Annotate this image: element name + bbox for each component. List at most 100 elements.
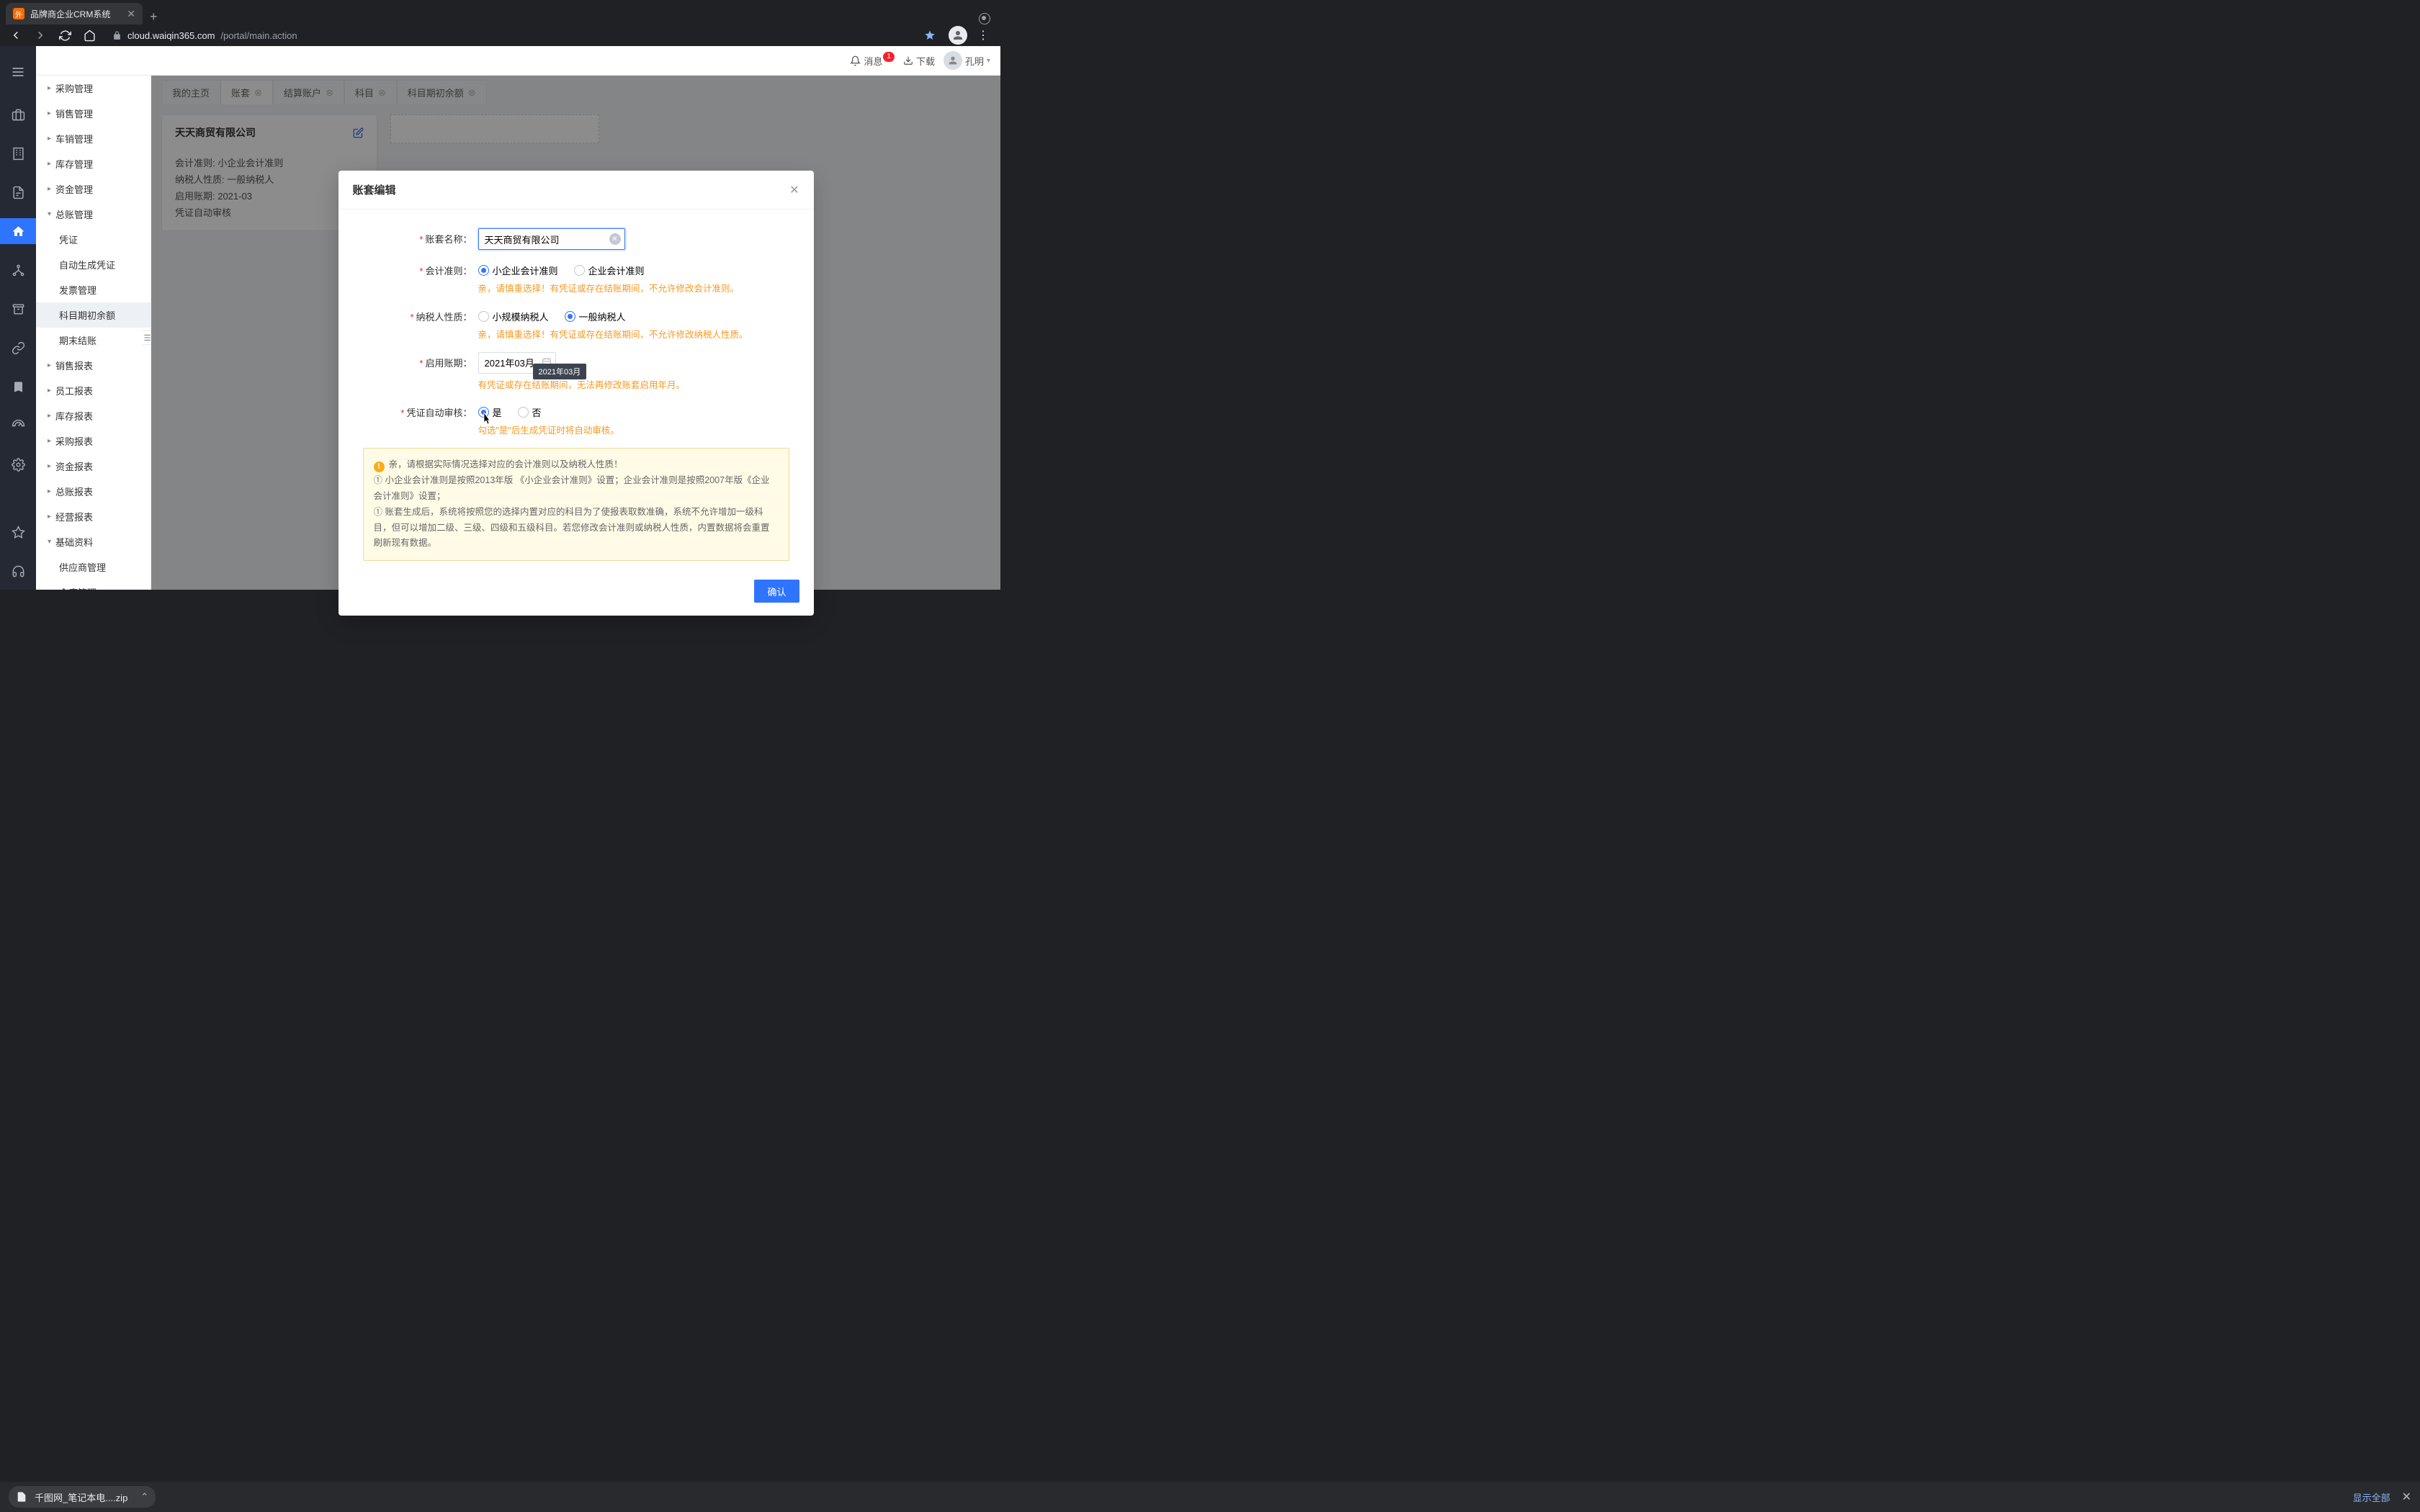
tab-overflow-icon[interactable] bbox=[979, 13, 990, 24]
sidebar-group-label: 库存报表 bbox=[55, 409, 93, 423]
sidebar-group-label: 基础资料 bbox=[55, 535, 93, 549]
reload-button[interactable] bbox=[55, 25, 75, 45]
app-frame: 外 外勤 365 AirPalm ▸采购管理▸销售管理▸车销管理▸库存管理▸资金… bbox=[0, 46, 1000, 590]
sidebar-group[interactable]: ▸ 库存报表 bbox=[36, 403, 151, 428]
rail-dashboard-icon[interactable] bbox=[0, 413, 36, 438]
clear-icon[interactable]: ✕ bbox=[609, 233, 621, 245]
download-filename: 千图网_笔记本电....zip bbox=[35, 1490, 127, 1504]
sidebar-item[interactable]: 发票管理 bbox=[36, 277, 151, 302]
lock-icon bbox=[112, 31, 122, 40]
radio-tax-small[interactable]: 小规模纳税人 bbox=[478, 310, 549, 323]
url-bar[interactable]: cloud.waiqin365.com/portal/main.action bbox=[104, 25, 944, 45]
sidebar-group-label: 经营报表 bbox=[55, 510, 93, 523]
close-icon[interactable]: ✕ bbox=[2402, 1490, 2411, 1504]
browser-menu-button[interactable]: ⋮ bbox=[972, 28, 995, 42]
rail-sitemap-icon[interactable] bbox=[0, 257, 36, 283]
rail-briefcase-icon[interactable] bbox=[0, 102, 36, 127]
account-name-input[interactable] bbox=[478, 228, 625, 250]
new-tab-button[interactable]: + bbox=[143, 9, 165, 24]
radio-label: 企业会计准则 bbox=[588, 264, 645, 277]
file-icon bbox=[16, 1491, 27, 1503]
warning-icon: ! bbox=[374, 462, 385, 472]
sidebar-group-label: 总账管理 bbox=[55, 207, 93, 221]
browser-tab-active[interactable]: 外 品牌商企业CRM系统 ✕ bbox=[6, 3, 143, 24]
sidebar-group[interactable]: ▸员工报表 bbox=[36, 378, 151, 403]
chevron-right-icon: ▸ bbox=[48, 135, 51, 143]
label-name: 账套名称： bbox=[425, 234, 472, 245]
forward-button[interactable] bbox=[30, 25, 50, 45]
rail-bookmark-icon[interactable] bbox=[0, 374, 36, 400]
chevron-right-icon: ▸ bbox=[48, 412, 51, 420]
sidebar-group[interactable]: ▸总账报表 bbox=[36, 479, 151, 504]
home-button[interactable] bbox=[79, 25, 99, 45]
show-all-button[interactable]: 显示全部 bbox=[2353, 1490, 2390, 1504]
label-tax: 纳税人性质： bbox=[416, 312, 472, 323]
sidebar-item[interactable]: 仓库管理 bbox=[36, 580, 151, 590]
sidebar-group[interactable]: ▸车销管理 bbox=[36, 126, 151, 151]
close-icon[interactable]: ✕ bbox=[789, 183, 799, 197]
label-rule: 会计准则： bbox=[425, 266, 472, 276]
sidebar-group[interactable]: ▸采购管理 bbox=[36, 76, 151, 101]
sidebar-group[interactable]: ▸库存管理 bbox=[36, 151, 151, 176]
download-item[interactable]: 千图网_笔记本电....zip ⌃ bbox=[9, 1486, 156, 1508]
profile-button[interactable] bbox=[949, 26, 967, 45]
rail-star-icon[interactable] bbox=[0, 519, 36, 545]
sidebar-collapse-button[interactable]: ☰ bbox=[143, 330, 151, 345]
sidebar-item[interactable]: 科目期初余额 bbox=[36, 302, 151, 328]
radio-label: 一般纳税人 bbox=[579, 310, 626, 323]
radio-rule-enterprise[interactable]: 企业会计准则 bbox=[574, 264, 645, 277]
sidebar-group[interactable]: ▸ 经营报表 bbox=[36, 504, 151, 529]
radio-label: 是 bbox=[493, 405, 502, 419]
bookmark-icon[interactable] bbox=[924, 30, 936, 41]
info-head: 亲，请根据实际情况选择对应的会计准则以及纳税人性质！ bbox=[389, 459, 623, 469]
sidebar-item[interactable]: 自动生成凭证 bbox=[36, 252, 151, 277]
sidebar-item[interactable]: 供应商管理 bbox=[36, 554, 151, 580]
sidebar-group-label: 资金报表 bbox=[55, 459, 93, 473]
sidebar-group[interactable]: ▸ 资金报表 bbox=[36, 454, 151, 479]
chevron-right-icon: ▸ bbox=[48, 462, 51, 470]
modal-account-edit: 账套编辑 ✕ *账套名称： ✕ *会计准则： bbox=[339, 171, 814, 616]
rail-building-icon[interactable] bbox=[0, 140, 36, 166]
download-bar: 千图网_笔记本电....zip ⌃ 显示全部 ✕ bbox=[0, 1482, 2420, 1512]
rail-archive-icon[interactable] bbox=[0, 296, 36, 322]
tab-strip: 外 品牌商企业CRM系统 ✕ + bbox=[0, 0, 1000, 24]
confirm-button[interactable]: 确认 bbox=[754, 580, 799, 603]
back-button[interactable] bbox=[6, 25, 26, 45]
info-box: ! 亲，请根据实际情况选择对应的会计准则以及纳税人性质！ ① 小企业会计准则是按照… bbox=[363, 448, 789, 561]
info-l1: ① 小企业会计准则是按照2013年版 《小企业会计准则》设置；企业会计准则是按照… bbox=[374, 475, 770, 501]
sidebar-group[interactable]: ▾基础资料 bbox=[36, 529, 151, 554]
radio-label: 否 bbox=[532, 405, 542, 419]
url-host: cloud.waiqin365.com bbox=[127, 30, 215, 41]
sidebar-item[interactable]: 期末结账 bbox=[36, 328, 151, 353]
rail-headset-icon[interactable] bbox=[0, 558, 36, 584]
chevron-right-icon: ▸ bbox=[48, 513, 51, 521]
rail-link-icon[interactable] bbox=[0, 335, 36, 361]
close-icon[interactable]: ✕ bbox=[127, 8, 135, 20]
radio-tax-general[interactable]: 一般纳税人 bbox=[565, 310, 626, 323]
chevron-down-icon: ▾ bbox=[48, 210, 51, 218]
rail-gear-icon[interactable] bbox=[0, 451, 36, 477]
left-rail bbox=[0, 46, 36, 590]
sidebar-group-label: 资金管理 bbox=[55, 182, 93, 196]
label-audit: 凭证自动审核： bbox=[406, 408, 472, 418]
sidebar-group[interactable]: ▸资金管理 bbox=[36, 176, 151, 202]
hint-tax: 亲，请慎重选择！有凭证或存在结账期间，不允许修改纳税人性质。 bbox=[478, 328, 789, 342]
radio-audit-no[interactable]: 否 bbox=[518, 405, 542, 419]
sidebar-group[interactable]: ▸ 销售报表 bbox=[36, 353, 151, 378]
sidebar-group[interactable]: ▸销售管理 bbox=[36, 101, 151, 126]
chevron-up-icon[interactable]: ⌃ bbox=[140, 1491, 148, 1503]
radio-rule-small[interactable]: 小企业会计准则 bbox=[478, 264, 558, 277]
radio-audit-yes[interactable]: 是 bbox=[478, 405, 502, 419]
hamburger-icon[interactable] bbox=[0, 58, 36, 86]
rail-document-icon[interactable] bbox=[0, 179, 36, 205]
rail-home-icon[interactable] bbox=[0, 218, 36, 244]
address-bar-row: cloud.waiqin365.com/portal/main.action ⋮ bbox=[0, 24, 1000, 46]
sidebar-group-label: 销售报表 bbox=[55, 359, 93, 372]
chevron-right-icon: ▸ bbox=[48, 109, 51, 117]
tab-title: 品牌商企业CRM系统 bbox=[30, 8, 121, 20]
main-area: 我的主页账套⊗结算账户⊗科目⊗科目期初余额⊗ 天天商贸有限公司 会计准则: 小企… bbox=[151, 46, 1000, 590]
chevron-right-icon: ▸ bbox=[48, 361, 51, 369]
sidebar-group[interactable]: ▾ 总账管理 bbox=[36, 202, 151, 227]
sidebar-item[interactable]: 凭证 bbox=[36, 227, 151, 252]
sidebar-group[interactable]: ▸采购报表 bbox=[36, 428, 151, 454]
